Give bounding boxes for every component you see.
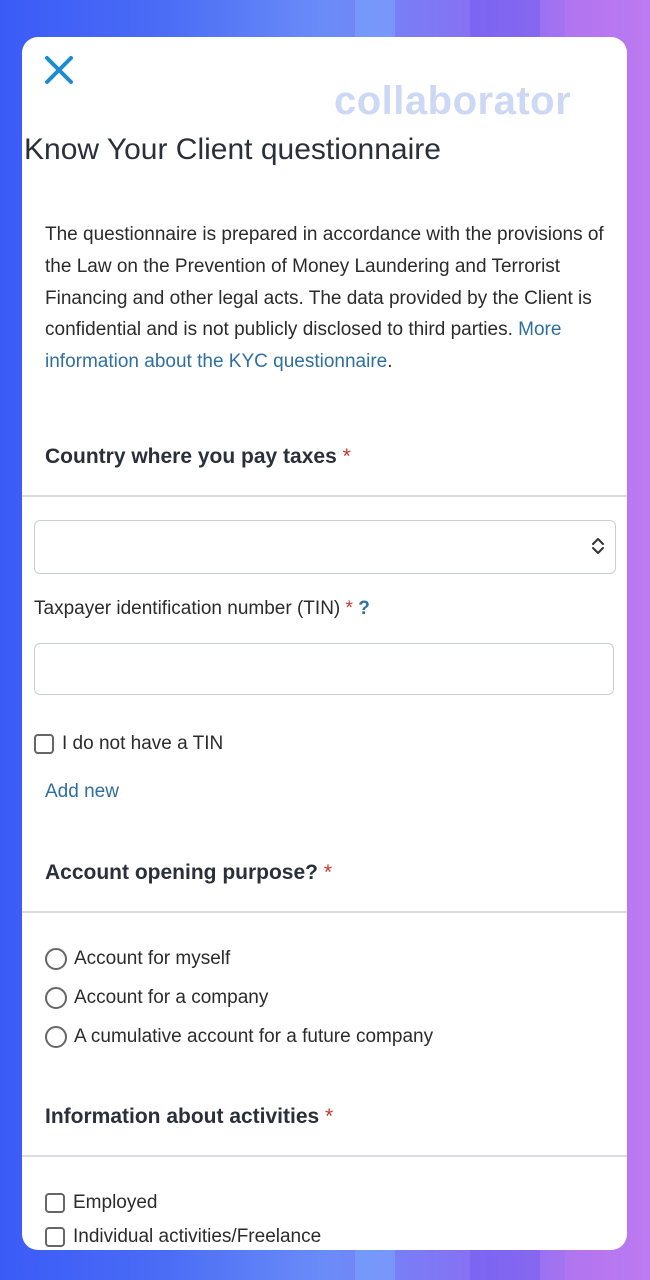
add-new-link[interactable]: Add new: [45, 781, 119, 803]
purpose-section-title: Account opening purpose? *: [45, 861, 332, 885]
tin-label: Taxpayer identification number (TIN) * ?: [34, 598, 370, 620]
questionnaire-card: collaborator Know Your Client questionna…: [22, 37, 627, 1250]
activity-checkbox[interactable]: [45, 1227, 65, 1247]
no-tin-checkbox-row[interactable]: I do not have a TIN: [34, 733, 223, 755]
purpose-option-company[interactable]: Account for a company: [45, 987, 268, 1009]
tin-help-button[interactable]: ?: [358, 598, 370, 619]
intro-end: .: [387, 351, 393, 373]
activity-option-employed[interactable]: Employed: [45, 1192, 158, 1214]
country-select[interactable]: [34, 520, 616, 574]
radio-button[interactable]: [45, 1026, 67, 1048]
section-title-text: Information about activities: [45, 1105, 320, 1128]
no-tin-label: I do not have a TIN: [62, 733, 224, 754]
section-title-text: Country where you pay taxes: [45, 445, 337, 468]
section-divider: [22, 1155, 627, 1157]
radio-button[interactable]: [45, 987, 67, 1009]
activity-checkbox[interactable]: [45, 1193, 65, 1213]
radio-button[interactable]: [45, 948, 67, 970]
no-tin-checkbox[interactable]: [34, 734, 54, 754]
tin-label-text: Taxpayer identification number (TIN): [34, 598, 341, 619]
activity-label: Individual activities/Freelance: [73, 1226, 322, 1247]
intro-text: The questionnaire is prepared in accorda…: [45, 219, 615, 378]
activity-option-freelance[interactable]: Individual activities/Freelance: [45, 1226, 321, 1248]
required-mark: *: [345, 598, 353, 619]
radio-label: A cumulative account for a future compan…: [74, 1026, 434, 1047]
activities-section-title: Information about activities *: [45, 1105, 333, 1129]
activity-label: Employed: [73, 1192, 158, 1213]
required-mark: *: [325, 1105, 334, 1128]
purpose-option-future-company[interactable]: A cumulative account for a future compan…: [45, 1026, 433, 1048]
tax-country-section-title: Country where you pay taxes *: [45, 445, 351, 469]
page-title: Know Your Client questionnaire: [24, 133, 441, 166]
purpose-option-myself[interactable]: Account for myself: [45, 948, 230, 970]
tin-input[interactable]: [34, 643, 614, 695]
section-divider: [22, 495, 627, 497]
radio-label: Account for myself: [74, 948, 231, 969]
collaborator-watermark: collaborator: [334, 79, 572, 123]
section-title-text: Account opening purpose?: [45, 861, 318, 884]
select-arrows-icon: [592, 538, 604, 554]
required-mark: *: [323, 861, 333, 884]
section-divider: [22, 911, 627, 913]
close-button[interactable]: [40, 51, 80, 91]
required-mark: *: [342, 445, 351, 468]
radio-label: Account for a company: [74, 987, 269, 1008]
close-icon: [45, 56, 73, 84]
